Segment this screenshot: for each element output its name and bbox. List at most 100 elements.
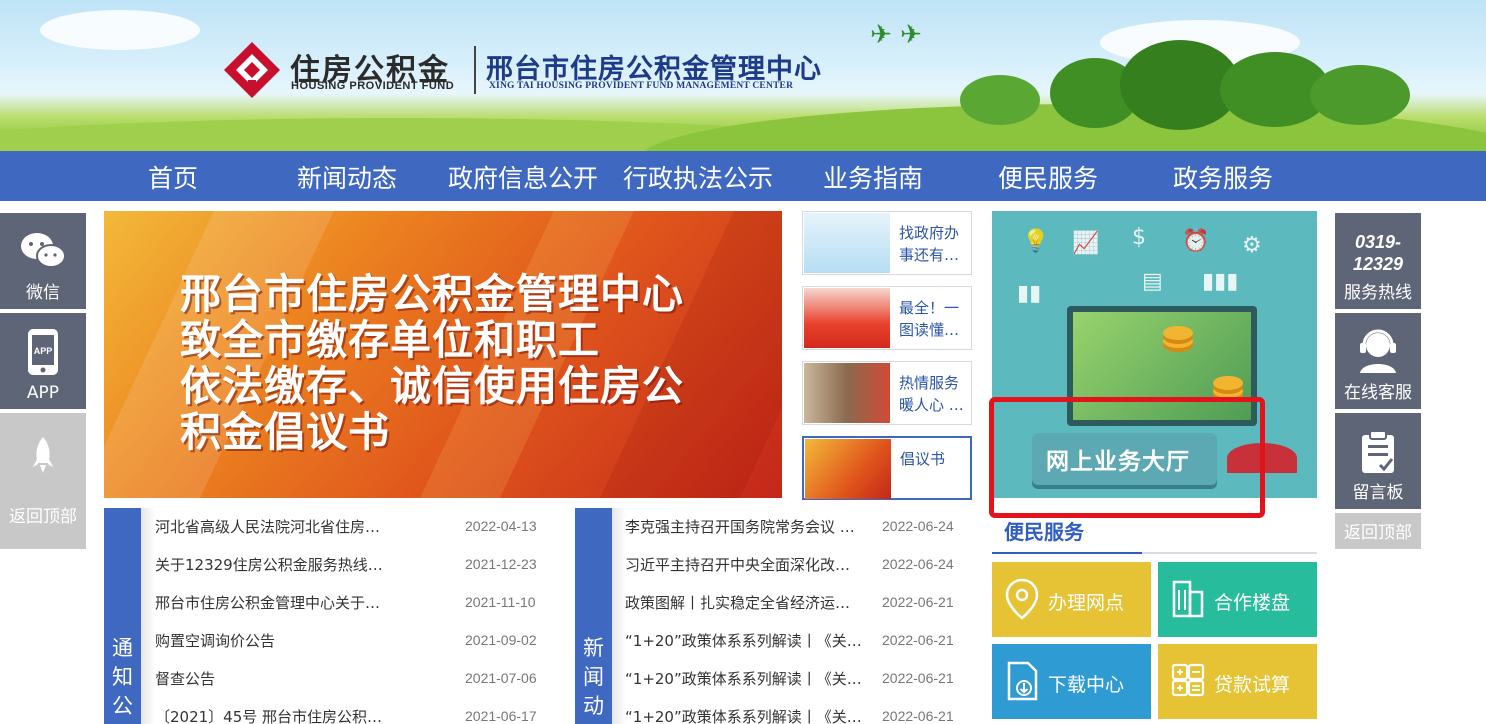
building-icon bbox=[1172, 580, 1204, 618]
list-item-date: 2021-11-10 bbox=[465, 594, 536, 610]
thumb-image bbox=[804, 213, 890, 273]
nav-news[interactable]: 新闻动态 bbox=[297, 159, 397, 195]
online-service-button[interactable]: 在线客服 bbox=[1335, 313, 1421, 411]
list-item[interactable]: 河北省高级人民法院河北省住房… 2022-04-13 bbox=[155, 508, 545, 546]
list-item[interactable]: 习近平主持召开中央全面深化改… 2022-06-24 bbox=[625, 546, 970, 584]
list-item[interactable]: 督查公告 2021-07-06 bbox=[155, 660, 545, 698]
list-item[interactable]: 政策图解丨扎实稳定全省经济运… 2022-06-21 bbox=[625, 584, 970, 622]
list-item-title[interactable]: 李克强主持召开国务院常务会议 … bbox=[625, 516, 875, 537]
logo-subtitle: HOUSING PROVIDENT FUND bbox=[291, 80, 455, 92]
banner-thumb[interactable]: 热情服务暖人心 … bbox=[802, 361, 972, 425]
document-icon: ▤ bbox=[1142, 269, 1163, 294]
back-to-top-label: 返回顶部 bbox=[1344, 523, 1412, 543]
logo-divider bbox=[474, 46, 476, 94]
list-item-date: 2022-06-21 bbox=[882, 708, 954, 724]
column-shadow bbox=[612, 508, 626, 724]
banner-thumb-active[interactable]: 倡议书 bbox=[802, 436, 972, 500]
list-item[interactable]: 〔2021〕45号 邢台市住房公积… 2021-06-17 bbox=[155, 698, 545, 724]
site-header: ✈ ✈ 住房公积金 HOUSING PROVIDENT FUND 邢台市住房公积… bbox=[0, 0, 1486, 151]
rocket-icon bbox=[33, 437, 53, 473]
hotline-number: 0319- 12329 bbox=[1335, 231, 1421, 275]
list-item-title[interactable]: 邢台市住房公积金管理中心关于… bbox=[155, 592, 415, 613]
list-item-title[interactable]: 关于12329住房公积金服务热线… bbox=[155, 554, 415, 575]
list-item[interactable]: “1+20”政策体系系列解读丨《关… 2022-06-21 bbox=[625, 622, 970, 660]
back-to-top-button[interactable]: 返回顶部 bbox=[1335, 513, 1421, 549]
nav-gov-services[interactable]: 政务服务 bbox=[1173, 159, 1273, 195]
thumb-caption: 最全！一图读懂… bbox=[899, 299, 960, 339]
list-item-date: 2022-04-13 bbox=[465, 518, 537, 534]
back-to-top-button[interactable]: 返回顶部 bbox=[0, 413, 86, 549]
clock-icon: ⏰ bbox=[1182, 229, 1210, 254]
notice-tab-char: 知 bbox=[112, 665, 133, 689]
list-item-title[interactable]: 习近平主持召开中央全面深化改… bbox=[625, 554, 875, 575]
dollar-icon: $ bbox=[1132, 225, 1146, 250]
list-item[interactable]: 李克强主持召开国务院常务会议 … 2022-06-24 bbox=[625, 508, 970, 546]
nav-convenience[interactable]: 便民服务 bbox=[998, 159, 1098, 195]
message-board-button[interactable]: 留言板 bbox=[1335, 413, 1421, 511]
birds-decoration: ✈ ✈ bbox=[870, 20, 922, 50]
thumb-caption: 找政府办事还有… bbox=[899, 224, 960, 264]
banner-line: 依法缴存、诚信使用住房公 bbox=[180, 362, 684, 410]
list-item-title[interactable]: 督查公告 bbox=[155, 668, 415, 689]
list-item[interactable]: “1+20”政策体系系列解读丨《关… 2022-06-21 bbox=[625, 698, 970, 724]
service-tile-label: 办理网点 bbox=[1048, 592, 1125, 614]
mobile-app-icon: APP bbox=[28, 329, 58, 375]
thumb-caption: 倡议书 bbox=[900, 450, 946, 468]
news-tab[interactable]: 新 闻 动 bbox=[575, 508, 612, 724]
list-item-date: 2022-06-24 bbox=[882, 556, 954, 572]
list-item-date: 2022-06-21 bbox=[882, 670, 954, 686]
hotline-button[interactable]: 0319- 12329 服务热线 bbox=[1335, 213, 1421, 311]
list-item-title[interactable]: 购置空调询价公告 bbox=[155, 630, 415, 651]
list-item[interactable]: “1+20”政策体系系列解读丨《关… 2022-06-21 bbox=[625, 660, 970, 698]
list-item[interactable]: 邢台市住房公积金管理中心关于… 2021-11-10 bbox=[155, 584, 545, 622]
lightbulb-icon: 💡 bbox=[1022, 229, 1050, 254]
hotline-number-line: 12329 bbox=[1352, 254, 1404, 274]
cloud-decoration bbox=[40, 10, 200, 50]
services-title: 便民服务 bbox=[1004, 520, 1084, 544]
hero-banner[interactable]: 邢台市住房公积金管理中心 致全市缴存单位和职工 依法缴存、诚信使用住房公 积金倡… bbox=[104, 211, 782, 498]
banner-headline: 邢台市住房公积金管理中心 致全市缴存单位和职工 依法缴存、诚信使用住房公 积金倡… bbox=[180, 271, 684, 455]
nav-home[interactable]: 首页 bbox=[148, 159, 198, 195]
service-tile-properties[interactable]: 合作楼盘 bbox=[1158, 562, 1317, 637]
notice-tab[interactable]: 通 知 公 bbox=[104, 508, 141, 724]
notice-tab-char: 公 bbox=[112, 694, 133, 718]
service-tile-downloads[interactable]: 下载中心 bbox=[992, 644, 1151, 719]
bar-chart-icon: ▮▮ bbox=[1017, 281, 1042, 306]
wechat-button[interactable]: 微信 bbox=[0, 213, 86, 311]
thumb-image bbox=[804, 288, 890, 348]
list-item-title[interactable]: “1+20”政策体系系列解读丨《关… bbox=[625, 630, 875, 651]
banner-line: 致全市缴存单位和职工 bbox=[180, 316, 600, 364]
list-item[interactable]: 购置空调询价公告 2021-09-02 bbox=[155, 622, 545, 660]
news-tab-label: 新 闻 动 bbox=[575, 634, 612, 721]
service-tile-outlets[interactable]: 办理网点 bbox=[992, 562, 1151, 637]
service-tile-loan-calc[interactable]: 贷款试算 bbox=[1158, 644, 1317, 719]
app-button[interactable]: APP APP bbox=[0, 313, 86, 411]
banner-thumb[interactable]: 最全！一图读懂… bbox=[802, 286, 972, 350]
wechat-label: 微信 bbox=[26, 283, 60, 303]
list-item-title[interactable]: 〔2021〕45号 邢台市住房公积… bbox=[155, 706, 415, 724]
gear-icon: ⚙ bbox=[1242, 233, 1262, 258]
nav-law-enforcement[interactable]: 行政执法公示 bbox=[623, 159, 773, 195]
list-item-date: 2021-06-17 bbox=[465, 708, 537, 724]
download-file-icon bbox=[1007, 661, 1038, 701]
svg-text:APP: APP bbox=[34, 346, 53, 356]
location-pin-icon bbox=[1005, 578, 1039, 620]
banner-line: 邢台市住房公积金管理中心 bbox=[180, 270, 684, 318]
calculator-icon bbox=[1171, 663, 1205, 697]
housing-fund-logo-icon bbox=[224, 42, 280, 98]
banner-thumb[interactable]: 找政府办事还有… bbox=[802, 211, 972, 275]
list-item-title[interactable]: 政策图解丨扎实稳定全省经济运… bbox=[625, 592, 875, 613]
list-item-title[interactable]: 河北省高级人民法院河北省住房… bbox=[155, 516, 415, 537]
wechat-icon bbox=[21, 233, 66, 268]
list-item[interactable]: 关于12329住房公积金服务热线… 2021-12-23 bbox=[155, 546, 545, 584]
column-shadow bbox=[141, 508, 155, 724]
list-item-date: 2022-06-24 bbox=[882, 518, 954, 534]
nav-business-guide[interactable]: 业务指南 bbox=[823, 159, 923, 195]
list-item-date: 2021-07-06 bbox=[465, 670, 537, 686]
list-item-date: 2021-09-02 bbox=[465, 632, 537, 648]
message-board-label: 留言板 bbox=[1352, 483, 1404, 503]
list-item-title[interactable]: “1+20”政策体系系列解读丨《关… bbox=[625, 668, 875, 689]
list-item-title[interactable]: “1+20”政策体系系列解读丨《关… bbox=[625, 706, 875, 724]
notice-tab-char: 通 bbox=[112, 636, 133, 660]
nav-gov-info[interactable]: 政府信息公开 bbox=[448, 159, 598, 195]
